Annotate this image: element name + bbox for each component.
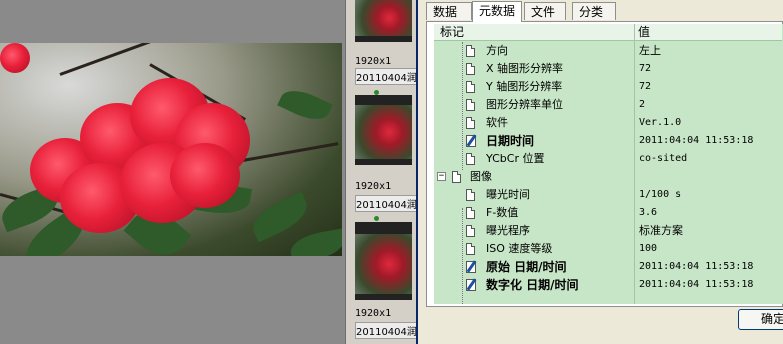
thumbnail-marker-icon (374, 216, 379, 221)
tab-database[interactable]: 数据库 (426, 2, 472, 37)
metadata-row[interactable]: 数字化 日期/时间 2011:04:04 11:53:18 (434, 276, 783, 294)
thumbnail-1[interactable] (355, 0, 412, 42)
row-value: 2011:04:04 11:53:18 (639, 279, 754, 290)
metadata-row[interactable]: F-数值 3.6 (434, 204, 783, 222)
row-value: 3.6 (639, 207, 658, 218)
properties-dialog: 数据库 元数据 文件 分类 标记 值 方向 左上 X 轴图形分辨率 72 (416, 0, 783, 344)
edit-document-icon (466, 261, 476, 273)
metadata-row[interactable]: 图形分辨率单位 2 (434, 96, 783, 114)
row-label: X 轴图形分辨率 (486, 62, 564, 75)
tab-category[interactable]: 分类 (572, 2, 616, 20)
metadata-row[interactable]: X 轴图形分辨率 72 (434, 60, 783, 78)
row-value: co-sited (639, 153, 688, 164)
row-label: 日期时间 (486, 134, 535, 148)
document-icon (466, 243, 475, 255)
document-icon (452, 171, 461, 183)
metadata-row[interactable]: 原始 日期/时间 2011:04:04 11:53:18 (434, 258, 783, 276)
row-value: 1/100 s (639, 189, 682, 200)
row-value: 2 (639, 99, 646, 110)
row-value: 100 (639, 243, 658, 254)
row-label: YCbCr 位置 (486, 152, 545, 165)
metadata-panel: 标记 值 方向 左上 X 轴图形分辨率 72 Y 轴图形分辨率 72 图形分辨率… (426, 21, 783, 307)
ok-button[interactable]: 确定 (738, 309, 783, 330)
row-value: 72 (639, 81, 652, 92)
document-icon (466, 63, 475, 75)
row-label: 图形分辨率单位 (486, 98, 563, 111)
thumbnail-2[interactable] (355, 95, 412, 165)
row-label: 曝光程序 (486, 224, 530, 237)
row-value: 2011:04:04 11:53:18 (639, 135, 754, 146)
document-icon (466, 189, 475, 201)
row-value: 标准方案 (639, 224, 683, 237)
document-icon (466, 153, 475, 165)
document-icon (466, 81, 475, 93)
document-icon (466, 99, 475, 111)
collapse-icon[interactable]: − (437, 172, 446, 181)
photo-preview-pane (0, 0, 345, 344)
row-label: 曝光时间 (486, 188, 530, 201)
metadata-row[interactable]: 软件 Ver.1.0 (434, 114, 783, 132)
metadata-row[interactable]: 曝光时间 1/100 s (434, 186, 783, 204)
row-label: 原始 日期/时间 (486, 260, 567, 274)
thumbnail-resolution: 1920x1 (355, 56, 392, 67)
row-label: F-数值 (486, 206, 519, 219)
tab-file[interactable]: 文件 (524, 2, 566, 20)
document-icon (466, 117, 475, 129)
row-label: Y 轴图形分辨率 (486, 80, 563, 93)
row-value: 72 (639, 63, 652, 74)
thumbnail-marker-icon (374, 90, 379, 95)
metadata-row[interactable]: 曝光程序 标准方案 (434, 222, 783, 240)
document-icon (466, 225, 475, 237)
row-value: Ver.1.0 (639, 117, 682, 128)
metadata-row[interactable]: ISO 速度等级 100 (434, 240, 783, 258)
row-value: 左上 (639, 44, 661, 57)
grid-header: 标记 值 (434, 24, 783, 41)
thumbnail-filename[interactable]: 20110404润 (355, 322, 417, 339)
metadata-row[interactable]: YCbCr 位置 co-sited (434, 150, 783, 168)
metadata-grid[interactable]: 标记 值 方向 左上 X 轴图形分辨率 72 Y 轴图形分辨率 72 图形分辨率… (434, 24, 783, 304)
thumbnail-filename[interactable]: 20110404润 (355, 195, 417, 212)
group-label: 图像 (470, 170, 492, 183)
row-label: 软件 (486, 116, 508, 129)
row-label: ISO 速度等级 (486, 242, 553, 255)
thumbnail-resolution: 1920x1 (355, 181, 392, 192)
thumbnail-resolution: 1920x1 (355, 308, 392, 319)
main-photo-rhododendron[interactable] (0, 43, 342, 256)
metadata-row[interactable]: 日期时间 2011:04:04 11:53:18 (434, 132, 783, 150)
document-icon (466, 207, 475, 219)
row-label: 数字化 日期/时间 (486, 278, 579, 292)
metadata-row[interactable]: 方向 左上 (434, 42, 783, 60)
document-icon (466, 45, 475, 57)
edit-document-icon (466, 135, 476, 147)
row-label: 方向 (486, 44, 508, 57)
thumbnail-filmstrip[interactable]: 1920x1 20110404润 1920x1 20110404润 1920x1… (345, 0, 418, 344)
metadata-row[interactable]: Y 轴图形分辨率 72 (434, 78, 783, 96)
metadata-group-row[interactable]: − 图像 (434, 168, 783, 186)
thumbnail-filename[interactable]: 20110404润 (355, 68, 417, 85)
thumbnail-3[interactable] (355, 222, 412, 300)
edit-document-icon (466, 279, 476, 291)
row-value: 2011:04:04 11:53:18 (639, 261, 754, 272)
column-header-value[interactable]: 值 (638, 24, 650, 40)
tab-metadata[interactable]: 元数据 (472, 1, 522, 22)
column-header-tag[interactable]: 标记 (440, 24, 464, 40)
